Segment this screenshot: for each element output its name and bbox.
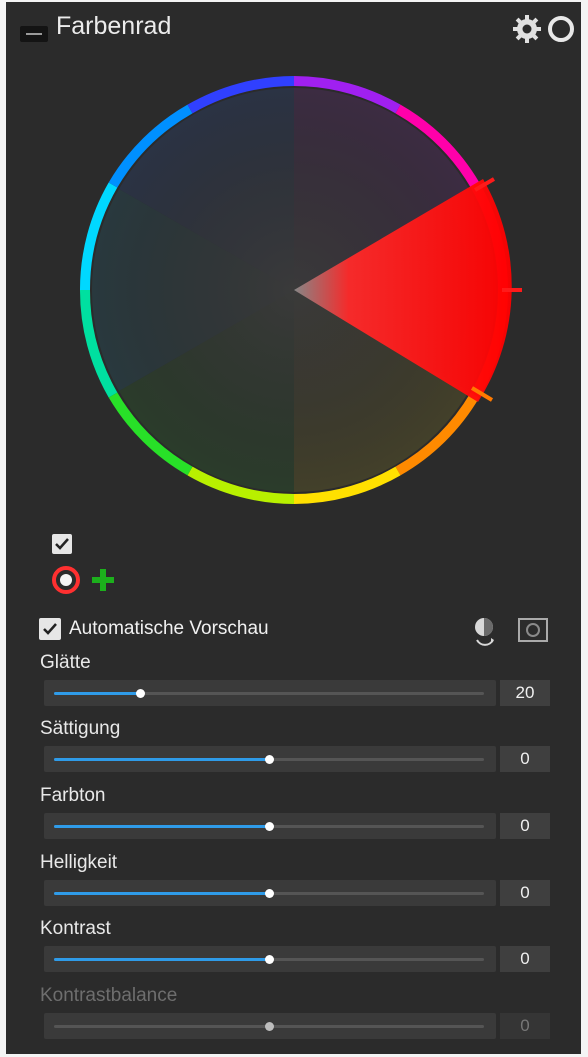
slider-value[interactable]: 0: [500, 746, 550, 772]
slider-track[interactable]: [54, 955, 484, 964]
slider-track[interactable]: [54, 822, 484, 831]
before-after-icon[interactable]: [469, 614, 501, 646]
slider-contrast-balance: Kontrastbalance 0: [40, 985, 554, 1045]
slider-knob[interactable]: [265, 822, 274, 831]
slider-knob[interactable]: [136, 689, 145, 698]
slider-track-box[interactable]: [44, 880, 496, 906]
panel-title: Farbenrad: [56, 12, 172, 40]
slider-knob[interactable]: [265, 889, 274, 898]
slider-value: 0: [500, 1013, 550, 1039]
slider-fill: [54, 958, 269, 961]
slider-value[interactable]: 0: [500, 880, 550, 906]
color-picker-icon[interactable]: [50, 565, 86, 595]
slider-value[interactable]: 20: [500, 680, 550, 706]
slider-track-box: [44, 1013, 496, 1039]
slider-label: Glätte: [40, 652, 91, 673]
checkmark-icon: [55, 538, 69, 550]
slider-track: [54, 1022, 484, 1031]
slider-track[interactable]: [54, 889, 484, 898]
slider-label: Kontrastbalance: [40, 985, 178, 1006]
auto-preview-label: Automatische Vorschau: [69, 618, 269, 639]
slider-track-box[interactable]: [44, 946, 496, 972]
slider-value[interactable]: 0: [500, 946, 550, 972]
collapse-button[interactable]: [20, 26, 48, 42]
color-wheel[interactable]: [70, 66, 530, 526]
slider-knob[interactable]: [265, 955, 274, 964]
slider-saturation: Sättigung 0: [40, 718, 554, 778]
slider-knob[interactable]: [265, 755, 274, 764]
slider-brightness: Helligkeit 0: [40, 852, 554, 912]
gear-icon[interactable]: [512, 14, 542, 44]
slider-track-box[interactable]: [44, 680, 496, 706]
slider-contrast: Kontrast 0: [40, 918, 554, 978]
slider-label: Helligkeit: [40, 852, 118, 873]
slider-track[interactable]: [54, 755, 484, 764]
checkmark-icon: [43, 623, 57, 635]
slider-track[interactable]: [54, 689, 484, 698]
slider-smoothness: Glätte 20: [40, 652, 554, 712]
slider-fill: [54, 692, 140, 695]
circle-toggle-icon[interactable]: [546, 14, 576, 44]
color-wheel-panel: Farbenrad Automatische Vorschau Glätte 2…: [6, 2, 581, 1054]
slider-track-box[interactable]: [44, 813, 496, 839]
slider-fill: [54, 825, 269, 828]
slider-label: Kontrast: [40, 918, 111, 939]
compare-view-icon[interactable]: [517, 616, 549, 644]
slider-hue: Farbton 0: [40, 785, 554, 845]
slider-label: Sättigung: [40, 718, 121, 739]
add-range-icon[interactable]: [88, 565, 118, 595]
range-enable-checkbox[interactable]: [52, 534, 72, 554]
slider-knob: [265, 1022, 274, 1031]
auto-preview-row: Automatische Vorschau: [39, 614, 569, 646]
auto-preview-checkbox[interactable]: [39, 618, 61, 640]
slider-fill: [54, 758, 269, 761]
slider-value[interactable]: 0: [500, 813, 550, 839]
slider-label: Farbton: [40, 785, 106, 806]
slider-fill: [54, 892, 269, 895]
slider-track-box[interactable]: [44, 746, 496, 772]
panel-header: Farbenrad: [6, 2, 581, 48]
